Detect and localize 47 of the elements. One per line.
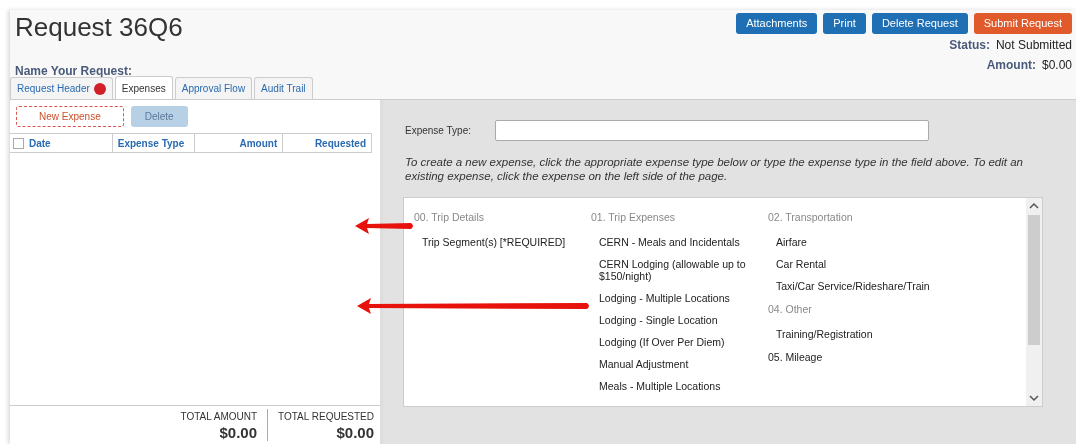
expense-type-link[interactable]: 05. Mileage	[768, 349, 823, 366]
expense-type-link[interactable]: CERN - Meals and Incidentals	[591, 235, 746, 248]
action-button[interactable]: Delete Request	[871, 13, 968, 34]
action-button[interactable]: Print	[823, 13, 866, 34]
expense-type-link[interactable]: Lodging - Single Location	[591, 313, 724, 326]
column-header[interactable]: Date	[23, 134, 113, 152]
category-heading: 00. Trip Details	[414, 210, 485, 225]
tab[interactable]: Audit Trail	[254, 77, 313, 99]
arrow-drawing	[355, 218, 415, 234]
tab[interactable]: Request Header	[10, 77, 113, 99]
total-value: $0.00	[336, 424, 374, 441]
category-heading: 04. Other	[768, 301, 812, 317]
scrollbar[interactable]	[1026, 198, 1042, 406]
expense-type-link[interactable]: Lodging - Multiple Locations	[591, 291, 736, 304]
expense-type-link[interactable]: Trip Segment(s) [*REQUIRED]	[414, 235, 572, 248]
column-header[interactable]: Amount	[194, 134, 284, 152]
instructions-text: To create a new expense, click the appropriate expense type below or type the expense type in the field above. To edit an existing expense, click the expense on the left side of the page.	[405, 155, 1024, 183]
action-button[interactable]: Attachments	[736, 13, 818, 34]
scroll-down-icon[interactable]	[1029, 395, 1039, 402]
category-heading: 02. Transportation	[768, 210, 853, 225]
page-title: Request 36Q6	[15, 12, 183, 42]
column-header[interactable]: Requested	[283, 134, 372, 152]
tab[interactable]: Approval Flow	[174, 77, 253, 99]
amount-value: $0.00	[1041, 57, 1072, 74]
action-button[interactable]: Submit Request	[973, 13, 1072, 34]
tab[interactable]: Expenses	[114, 76, 173, 99]
expense-type-link[interactable]: Car Rental	[768, 257, 833, 270]
expense-type-link[interactable]: Lodging (If Over Per Diem)	[591, 335, 731, 348]
toolbar-button[interactable]: New Expense	[16, 106, 124, 127]
expense-type-label: Expense Type:	[405, 124, 471, 138]
expense-type-field[interactable]	[495, 120, 929, 141]
total-label: TOTAL REQUESTED	[278, 410, 374, 424]
expense-type-link[interactable]: Taxi/Car Service/Rideshare/Train	[768, 279, 936, 292]
amount-label: Amount:	[986, 57, 1036, 74]
expense-type-link[interactable]: Manual Adjustment	[591, 357, 695, 370]
expense-type-link[interactable]: Airfare	[768, 235, 813, 248]
total-label: TOTAL AMOUNT	[180, 410, 258, 424]
status-value: Not Submitted	[995, 37, 1072, 54]
scroll-up-icon[interactable]	[1029, 202, 1039, 209]
column-header[interactable]: Expense Type	[112, 134, 195, 152]
category-heading: 01. Trip Expenses	[591, 210, 676, 225]
select-all-checkbox[interactable]	[13, 137, 24, 149]
expense-type-link[interactable]: CERN Lodging (allowable up to $150/night)	[591, 257, 768, 282]
status-label: Status:	[949, 37, 990, 54]
expense-type-link[interactable]: Meals - Multiple Locations	[591, 379, 727, 392]
total-value: $0.00	[219, 424, 258, 441]
expense-type-link[interactable]: Training/Registration	[768, 327, 879, 340]
